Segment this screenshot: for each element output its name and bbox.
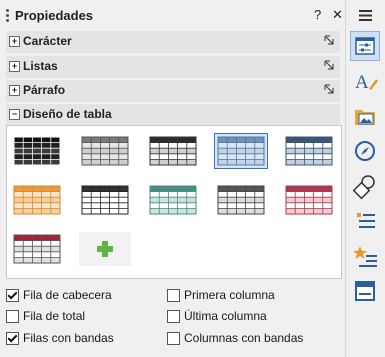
section-label: Párrafo <box>23 83 66 97</box>
more-options-icon[interactable] <box>324 84 334 94</box>
table-preview-icon <box>285 136 333 166</box>
table-preview-icon <box>13 234 61 264</box>
close-button[interactable]: ✕ <box>332 7 343 23</box>
more-options-icon[interactable] <box>324 60 334 70</box>
collapse-icon[interactable]: − <box>9 109 20 120</box>
table-style-thumb[interactable] <box>79 183 131 217</box>
table-preview-icon <box>13 136 61 166</box>
table-style-thumb[interactable] <box>11 134 63 168</box>
table-style-gallery <box>6 125 342 279</box>
help-button[interactable]: ? <box>314 7 321 22</box>
panel-title: Propiedades <box>15 8 94 23</box>
section-caracter[interactable]: + Carácter <box>6 31 340 53</box>
table-style-thumb[interactable] <box>79 134 131 168</box>
checkbox-label: Filas con bandas <box>23 331 114 345</box>
page-icon <box>357 213 375 228</box>
navigator-tab[interactable] <box>351 137 379 165</box>
hamburger-menu-icon[interactable] <box>359 10 372 21</box>
table-preview-icon <box>149 136 197 166</box>
styles-tab[interactable]: A <box>351 67 379 95</box>
checkbox-label: Primera columna <box>184 288 275 302</box>
table-preview-icon <box>81 136 129 166</box>
manage-changes-icon <box>355 281 375 301</box>
table-style-thumb[interactable] <box>147 134 199 168</box>
add-table-style-button[interactable] <box>79 232 131 266</box>
expand-icon[interactable]: + <box>9 61 20 72</box>
plus-icon <box>97 241 113 257</box>
navigator-icon <box>355 141 375 161</box>
manage-changes-tab[interactable] <box>351 277 379 305</box>
table-preview-icon <box>285 185 333 215</box>
expand-icon[interactable]: + <box>9 85 20 96</box>
expand-icon[interactable]: + <box>9 36 20 47</box>
table-preview-icon <box>13 185 61 215</box>
gallery-tab[interactable] <box>351 102 379 130</box>
checkbox[interactable] <box>6 332 19 345</box>
style-inspector-icon <box>353 246 377 267</box>
table-style-thumb[interactable] <box>215 183 267 217</box>
page-tab[interactable] <box>351 207 379 235</box>
table-style-thumb[interactable] <box>147 183 199 217</box>
section-listas[interactable]: + Listas <box>6 56 340 78</box>
table-style-thumb[interactable] <box>283 134 335 168</box>
shapes-tab[interactable] <box>351 172 379 200</box>
section-label: Listas <box>23 59 58 73</box>
checkbox[interactable] <box>167 289 180 302</box>
properties-panel: Propiedades ? ✕ + Carácter + Listas + Pá… <box>0 0 346 357</box>
table-style-thumb[interactable] <box>11 183 63 217</box>
properties-icon <box>355 37 375 55</box>
table-preview-icon <box>81 185 129 215</box>
styles-icon: A <box>355 72 378 93</box>
shapes-icon <box>352 175 375 200</box>
table-style-thumb[interactable] <box>214 133 268 169</box>
checkbox[interactable] <box>6 289 19 302</box>
sidebar-tabbar: A <box>346 0 385 357</box>
section-diseno-tabla[interactable]: − Diseño de tabla <box>6 104 340 126</box>
svg-text:A: A <box>355 72 369 93</box>
section-parrafo[interactable]: + Párrafo <box>6 80 340 102</box>
checkbox[interactable] <box>167 332 180 345</box>
checkbox-label: Fila de total <box>23 309 86 323</box>
table-preview-icon <box>217 185 265 215</box>
checkbox[interactable] <box>6 310 19 323</box>
table-style-thumb[interactable] <box>283 183 335 217</box>
style-inspector-tab[interactable] <box>351 242 379 270</box>
gallery-icon <box>355 110 375 125</box>
table-preview-icon <box>149 185 197 215</box>
table-preview-icon <box>217 136 265 166</box>
more-options-icon[interactable] <box>324 35 334 45</box>
checkbox-label: Columnas con bandas <box>184 331 304 345</box>
properties-tab[interactable] <box>350 31 380 61</box>
checkbox[interactable] <box>167 310 180 323</box>
checkbox-label: Fila de cabecera <box>23 288 112 302</box>
drag-grip-icon[interactable] <box>6 9 9 23</box>
table-style-thumb[interactable] <box>11 232 63 266</box>
section-label: Carácter <box>23 34 72 48</box>
section-label: Diseño de tabla <box>23 107 112 121</box>
panel-titlebar: Propiedades ? ✕ <box>0 0 345 30</box>
checkbox-label: Última columna <box>184 309 267 323</box>
